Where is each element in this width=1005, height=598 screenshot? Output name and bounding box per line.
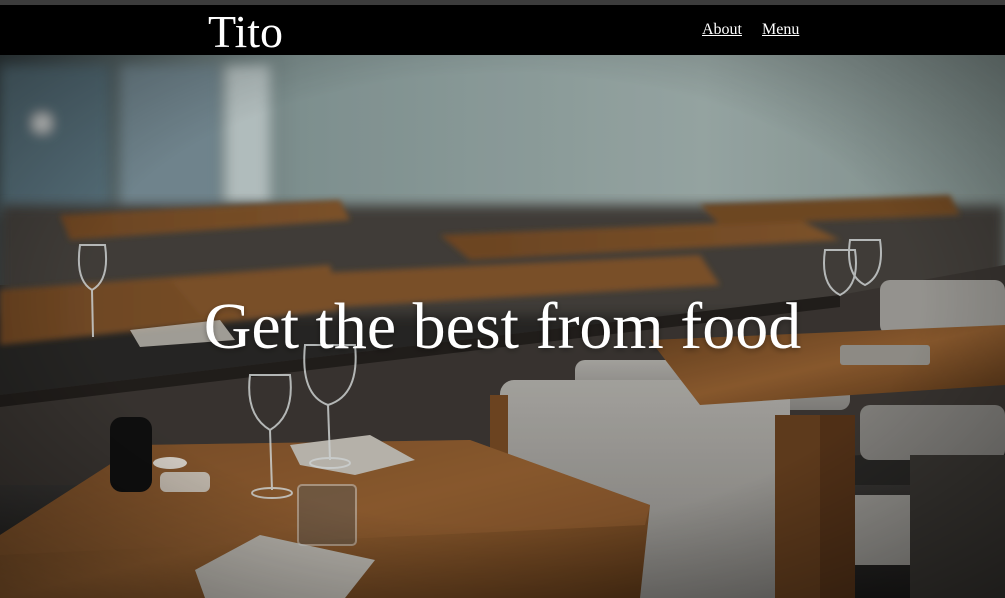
nav-link-about[interactable]: About: [702, 21, 742, 39]
nav-link-menu[interactable]: Menu: [762, 21, 799, 39]
site-header: Tito About Menu: [0, 5, 1005, 58]
main-nav: About Menu: [702, 21, 799, 39]
brand-logo[interactable]: Tito: [208, 6, 283, 58]
hero-section: Get the best from food: [0, 55, 1005, 598]
hero-title: Get the best from food: [203, 290, 802, 363]
